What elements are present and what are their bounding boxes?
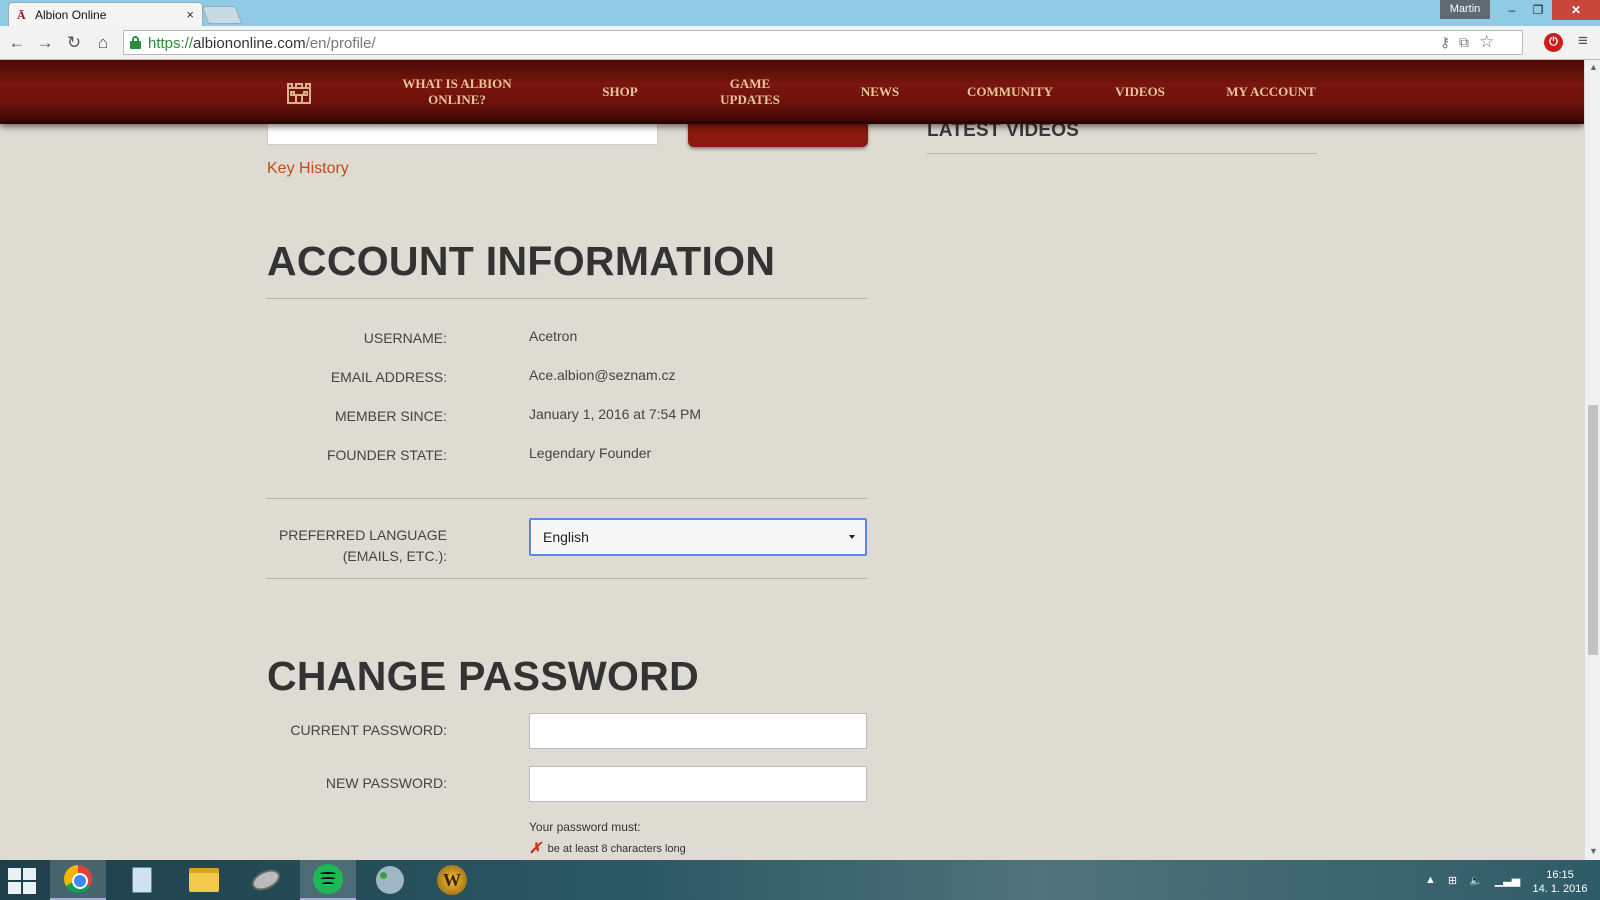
- password-requirement-item: ✗ be at least 8 characters long: [529, 839, 686, 858]
- preferred-language-label: PREFERRED LANGUAGE (EMAILS, ETC.):: [278, 527, 447, 564]
- taskbar-chrome[interactable]: [50, 860, 106, 900]
- volume-icon[interactable]: 🔈: [1469, 874, 1483, 887]
- page-scrollbar[interactable]: ▲ ▼: [1584, 60, 1600, 860]
- username-label: USERNAME:: [363, 330, 447, 346]
- current-password-label: CURRENT PASSWORD:: [290, 722, 447, 738]
- home-icon[interactable]: ⌂: [93, 33, 113, 53]
- divider: [267, 578, 867, 579]
- taskbar-world-of-warcraft[interactable]: W: [424, 860, 480, 900]
- system-tray: ▲ ⊞ 🔈 ▁▃▅: [1425, 870, 1532, 890]
- chevron-down-icon: [849, 535, 855, 539]
- account-information-title: ACCOUNT INFORMATION: [267, 238, 776, 284]
- lock-icon[interactable]: [130, 36, 141, 49]
- windows-start-icon[interactable]: [8, 868, 38, 894]
- profile-badge[interactable]: Martin: [1440, 0, 1490, 19]
- scroll-thumb[interactable]: [1588, 405, 1598, 655]
- back-icon[interactable]: ←: [7, 33, 27, 53]
- divider: [267, 298, 867, 299]
- requirement-text: be at least 8 characters long: [547, 842, 686, 855]
- site-navigation: WHAT IS ALBION ONLINE? SHOP GAME UPDATES…: [0, 60, 1584, 124]
- bookmark-star-icon[interactable]: ☆: [1479, 32, 1494, 52]
- founder-state-label: FOUNDER STATE:: [326, 447, 447, 463]
- new-password-input[interactable]: [529, 766, 867, 802]
- steam-icon: [376, 866, 404, 894]
- albion-favicon-icon: Ā: [17, 7, 26, 22]
- nav-game-updates[interactable]: GAME UPDATES: [710, 60, 790, 124]
- divider: [927, 153, 1317, 154]
- mouse-icon: [248, 865, 284, 895]
- reload-icon[interactable]: ↻: [64, 33, 84, 53]
- taskbar-spotify[interactable]: [300, 860, 356, 900]
- browser-toolbar: ← → ↻ ⌂ https://albiononline.com/en/prof…: [0, 26, 1600, 60]
- nav-videos[interactable]: VIDEOS: [1110, 60, 1170, 124]
- tray-expand-icon[interactable]: ▲: [1425, 874, 1436, 886]
- fail-x-icon: ✗: [529, 841, 542, 857]
- castle-home-icon[interactable]: [286, 82, 312, 104]
- key-icon[interactable]: ⚷: [1440, 34, 1450, 51]
- divider: [267, 498, 867, 499]
- preferred-language-select[interactable]: English: [529, 518, 867, 556]
- wow-icon: W: [437, 865, 467, 895]
- nav-my-account[interactable]: MY ACCOUNT: [1226, 60, 1316, 124]
- current-password-input[interactable]: [529, 713, 867, 749]
- taskbar-steam[interactable]: [362, 860, 418, 900]
- chrome-icon: [64, 865, 92, 893]
- scroll-up-icon[interactable]: ▲: [1589, 62, 1598, 72]
- member-since-label: MEMBER SINCE:: [334, 408, 447, 424]
- windows-flag-icon[interactable]: ⊞: [1448, 874, 1457, 887]
- nav-shop[interactable]: SHOP: [590, 60, 650, 124]
- system-clock[interactable]: 16:15 14. 1. 2016: [1530, 868, 1590, 896]
- email-value: Ace.albion@seznam.cz: [529, 367, 676, 383]
- forward-icon[interactable]: →: [35, 33, 55, 53]
- adblock-extension-icon[interactable]: ⏻: [1544, 33, 1563, 52]
- spotify-icon: [313, 864, 343, 894]
- address-bar[interactable]: https://albiononline.com/en/profile/ ⚷ ⧉…: [123, 30, 1523, 55]
- selected-language: English: [543, 529, 589, 545]
- url-text[interactable]: https://albiononline.com/en/profile/: [148, 35, 376, 52]
- taskbar-mouse-app[interactable]: [238, 860, 294, 900]
- founder-state-value: Legendary Founder: [529, 445, 652, 461]
- scroll-down-icon[interactable]: ▼: [1589, 846, 1598, 856]
- translate-icon[interactable]: ⧉: [1459, 34, 1469, 51]
- nav-what-is-albion[interactable]: WHAT IS ALBION ONLINE?: [392, 60, 522, 124]
- key-history-link[interactable]: Key History: [267, 160, 349, 178]
- change-password-title: CHANGE PASSWORD: [267, 653, 699, 699]
- password-requirements-intro: Your password must:: [529, 820, 641, 834]
- page-viewport: LATEST VIDEOS WHAT IS ALBION ONLINE? SHO…: [0, 60, 1584, 860]
- restore-button[interactable]: ❐: [1524, 0, 1552, 20]
- new-password-label: NEW PASSWORD:: [325, 775, 447, 791]
- taskbar-calculator[interactable]: [114, 860, 170, 900]
- chrome-menu-icon[interactable]: ≡: [1578, 31, 1588, 51]
- windows-taskbar: W ▲ ⊞ 🔈 ▁▃▅ 16:15 14. 1. 2016: [0, 860, 1600, 900]
- member-since-value: January 1, 2016 at 7:54 PM: [529, 406, 701, 422]
- nav-community[interactable]: COMMUNITY: [960, 60, 1060, 124]
- new-tab-button[interactable]: [201, 6, 243, 24]
- tab-close-icon[interactable]: ×: [186, 7, 194, 22]
- network-icon[interactable]: ▁▃▅: [1495, 874, 1520, 887]
- tab-title: Albion Online: [35, 7, 107, 22]
- close-window-button[interactable]: ✕: [1552, 0, 1600, 20]
- nav-news[interactable]: NEWS: [855, 60, 905, 124]
- calculator-icon: [132, 867, 152, 893]
- email-label: EMAIL ADDRESS:: [330, 369, 447, 385]
- taskbar-file-explorer[interactable]: [176, 860, 232, 900]
- folder-icon: [189, 868, 219, 892]
- username-value: Acetron: [529, 328, 578, 344]
- minimize-button[interactable]: –: [1498, 0, 1526, 20]
- browser-titlebar: Ā Albion Online × Martin – ❐ ✕: [0, 0, 1600, 26]
- tab-albion-online[interactable]: Ā Albion Online ×: [8, 2, 203, 26]
